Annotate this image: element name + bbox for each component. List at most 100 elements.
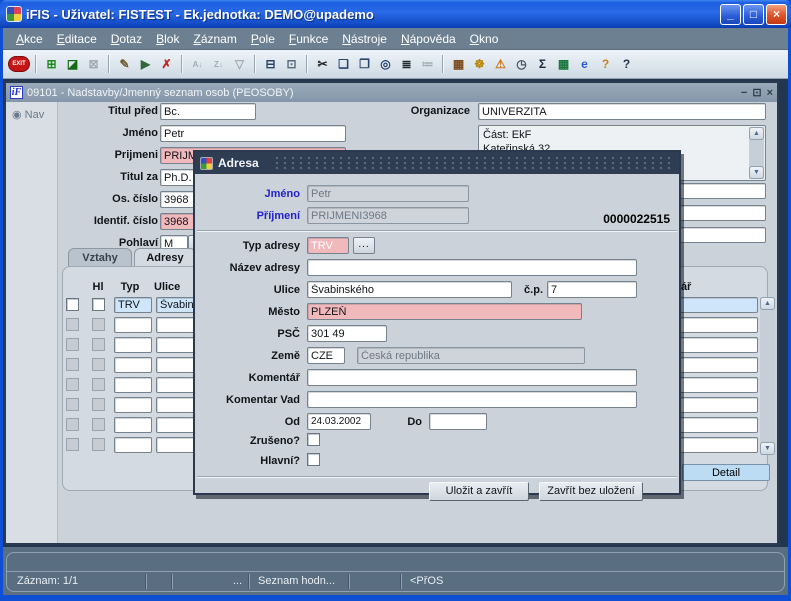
status-separator <box>145 574 147 589</box>
mesto-label: Město <box>203 306 300 318</box>
komentar-vad-field[interactable] <box>307 391 637 408</box>
dialog-title: Adresa <box>218 156 259 170</box>
typ-adresy-field[interactable] <box>307 237 349 254</box>
print-icon[interactable]: ⊟ <box>261 55 280 74</box>
web-icon[interactable]: e <box>575 55 594 74</box>
form-window-titlebar[interactable]: iF 09101 - Nadstavby/Jmenný seznam osob … <box>6 83 777 102</box>
row-typ-field[interactable] <box>114 437 152 453</box>
print-setup-icon[interactable]: ⊡ <box>282 55 301 74</box>
cp-field[interactable] <box>547 281 637 298</box>
row-typ-field[interactable] <box>114 297 152 313</box>
komentar-field[interactable] <box>307 369 637 386</box>
form-window-content: ◉ Nav Titul před Jméno Prijmeni Titul za… <box>6 102 777 543</box>
row-hl-checkbox[interactable] <box>92 338 105 351</box>
jmeno-field[interactable] <box>160 125 346 142</box>
calendar-icon[interactable]: ▦ <box>449 55 468 74</box>
menu-napoveda[interactable]: Nápověda <box>394 30 463 48</box>
row-checkbox[interactable] <box>66 438 79 451</box>
row-typ-field[interactable] <box>114 357 152 373</box>
save-icon[interactable]: ◪ <box>63 55 82 74</box>
menu-dotaz[interactable]: Dotaz <box>104 30 149 48</box>
zeme-code-field[interactable] <box>307 347 345 364</box>
row-typ-field[interactable] <box>114 337 152 353</box>
row-checkbox[interactable] <box>66 318 79 331</box>
row-hl-checkbox[interactable] <box>92 298 105 311</box>
sum-icon[interactable]: Σ <box>533 55 552 74</box>
menu-funkce[interactable]: Funkce <box>282 30 335 48</box>
scroll-up-icon[interactable]: ▲ <box>749 127 764 140</box>
table-scrollbar[interactable]: ▲ ▼ <box>760 297 775 455</box>
cancel-query-icon[interactable]: ✗ <box>157 55 176 74</box>
row-typ-field[interactable] <box>114 377 152 393</box>
titul-pred-field[interactable] <box>160 103 256 120</box>
close-button[interactable]: × <box>766 4 787 25</box>
save-close-button[interactable]: Uložit a zavřít <box>429 482 529 501</box>
row-checkbox[interactable] <box>66 298 79 311</box>
scroll-down-icon[interactable]: ▼ <box>760 442 775 455</box>
row-checkbox[interactable] <box>66 398 79 411</box>
form-close-button[interactable]: × <box>767 87 773 99</box>
enter-query-icon[interactable]: ✎ <box>115 55 134 74</box>
clock-icon[interactable]: ◷ <box>512 55 531 74</box>
nazev-adresy-field[interactable] <box>307 259 637 276</box>
menu-zaznam[interactable]: Záznam <box>186 30 243 48</box>
psc-field[interactable] <box>307 325 387 342</box>
row-hl-checkbox[interactable] <box>92 318 105 331</box>
hlavni-label: Hlavní? <box>203 455 300 467</box>
menu-akce[interactable]: Akce <box>9 30 50 48</box>
titlebar[interactable]: iFIS - Uživatel: FISTEST - Ek.jednotka: … <box>0 0 791 28</box>
od-field[interactable] <box>307 413 371 430</box>
tab-adresy[interactable]: Adresy <box>134 248 196 267</box>
row-typ-field[interactable] <box>114 397 152 413</box>
list-values-icon[interactable]: ≣ <box>397 55 416 74</box>
row-checkbox[interactable] <box>66 418 79 431</box>
menu-nastroje[interactable]: Nástroje <box>335 30 394 48</box>
nav-radio[interactable]: ◉ Nav <box>12 108 44 121</box>
find-icon[interactable]: ◎ <box>376 55 395 74</box>
excel-icon[interactable]: ▦ <box>554 55 573 74</box>
menu-okno[interactable]: Okno <box>463 30 506 48</box>
row-hl-checkbox[interactable] <box>92 438 105 451</box>
tab-vztahy[interactable]: Vztahy <box>68 248 132 267</box>
row-hl-checkbox[interactable] <box>92 398 105 411</box>
maximize-button[interactable]: □ <box>743 4 764 25</box>
menu-pole[interactable]: Pole <box>244 30 282 48</box>
insert-record-icon[interactable]: ⊞ <box>42 55 61 74</box>
scroll-up-icon[interactable]: ▲ <box>760 297 775 310</box>
row-typ-field[interactable] <box>114 417 152 433</box>
alert-icon[interactable]: ⚠ <box>491 55 510 74</box>
help-info-icon[interactable]: ? <box>596 55 615 74</box>
copy-icon[interactable]: ❏ <box>334 55 353 74</box>
row-checkbox[interactable] <box>66 338 79 351</box>
help-icon[interactable]: ? <box>617 55 636 74</box>
minimize-button[interactable]: _ <box>720 4 741 25</box>
paste-icon[interactable]: ❐ <box>355 55 374 74</box>
detail-button[interactable]: Detail <box>682 464 770 481</box>
organizace-field[interactable] <box>478 103 766 120</box>
dialog-title-texture <box>275 156 675 170</box>
row-hl-checkbox[interactable] <box>92 418 105 431</box>
row-hl-checkbox[interactable] <box>92 378 105 391</box>
exit-icon[interactable]: EXIT <box>8 56 30 72</box>
do-field[interactable] <box>429 413 487 430</box>
row-hl-checkbox[interactable] <box>92 358 105 371</box>
form-minimize-button[interactable]: − <box>741 87 747 99</box>
close-no-save-button[interactable]: Zavřít bez uložení <box>539 482 643 501</box>
form-restore-button[interactable]: ⊡ <box>752 86 761 99</box>
menu-editace[interactable]: Editace <box>50 30 104 48</box>
ulice-field[interactable] <box>307 281 512 298</box>
row-checkbox[interactable] <box>66 358 79 371</box>
hlavni-checkbox[interactable] <box>307 453 320 466</box>
admin-wheel-icon[interactable]: ☸ <box>470 55 489 74</box>
execute-query-icon[interactable]: ▶ <box>136 55 155 74</box>
dialog-titlebar[interactable]: Adresa <box>195 152 679 174</box>
row-checkbox[interactable] <box>66 378 79 391</box>
lov-button[interactable]: ... <box>353 237 375 254</box>
mesto-field[interactable] <box>307 303 582 320</box>
zruseno-checkbox[interactable] <box>307 433 320 446</box>
row-typ-field[interactable] <box>114 317 152 333</box>
menu-blok[interactable]: Blok <box>149 30 186 48</box>
organizace-scrollbar[interactable]: ▲ ▼ <box>749 127 764 179</box>
cut-icon[interactable]: ✂ <box>313 55 332 74</box>
scroll-down-icon[interactable]: ▼ <box>749 166 764 179</box>
